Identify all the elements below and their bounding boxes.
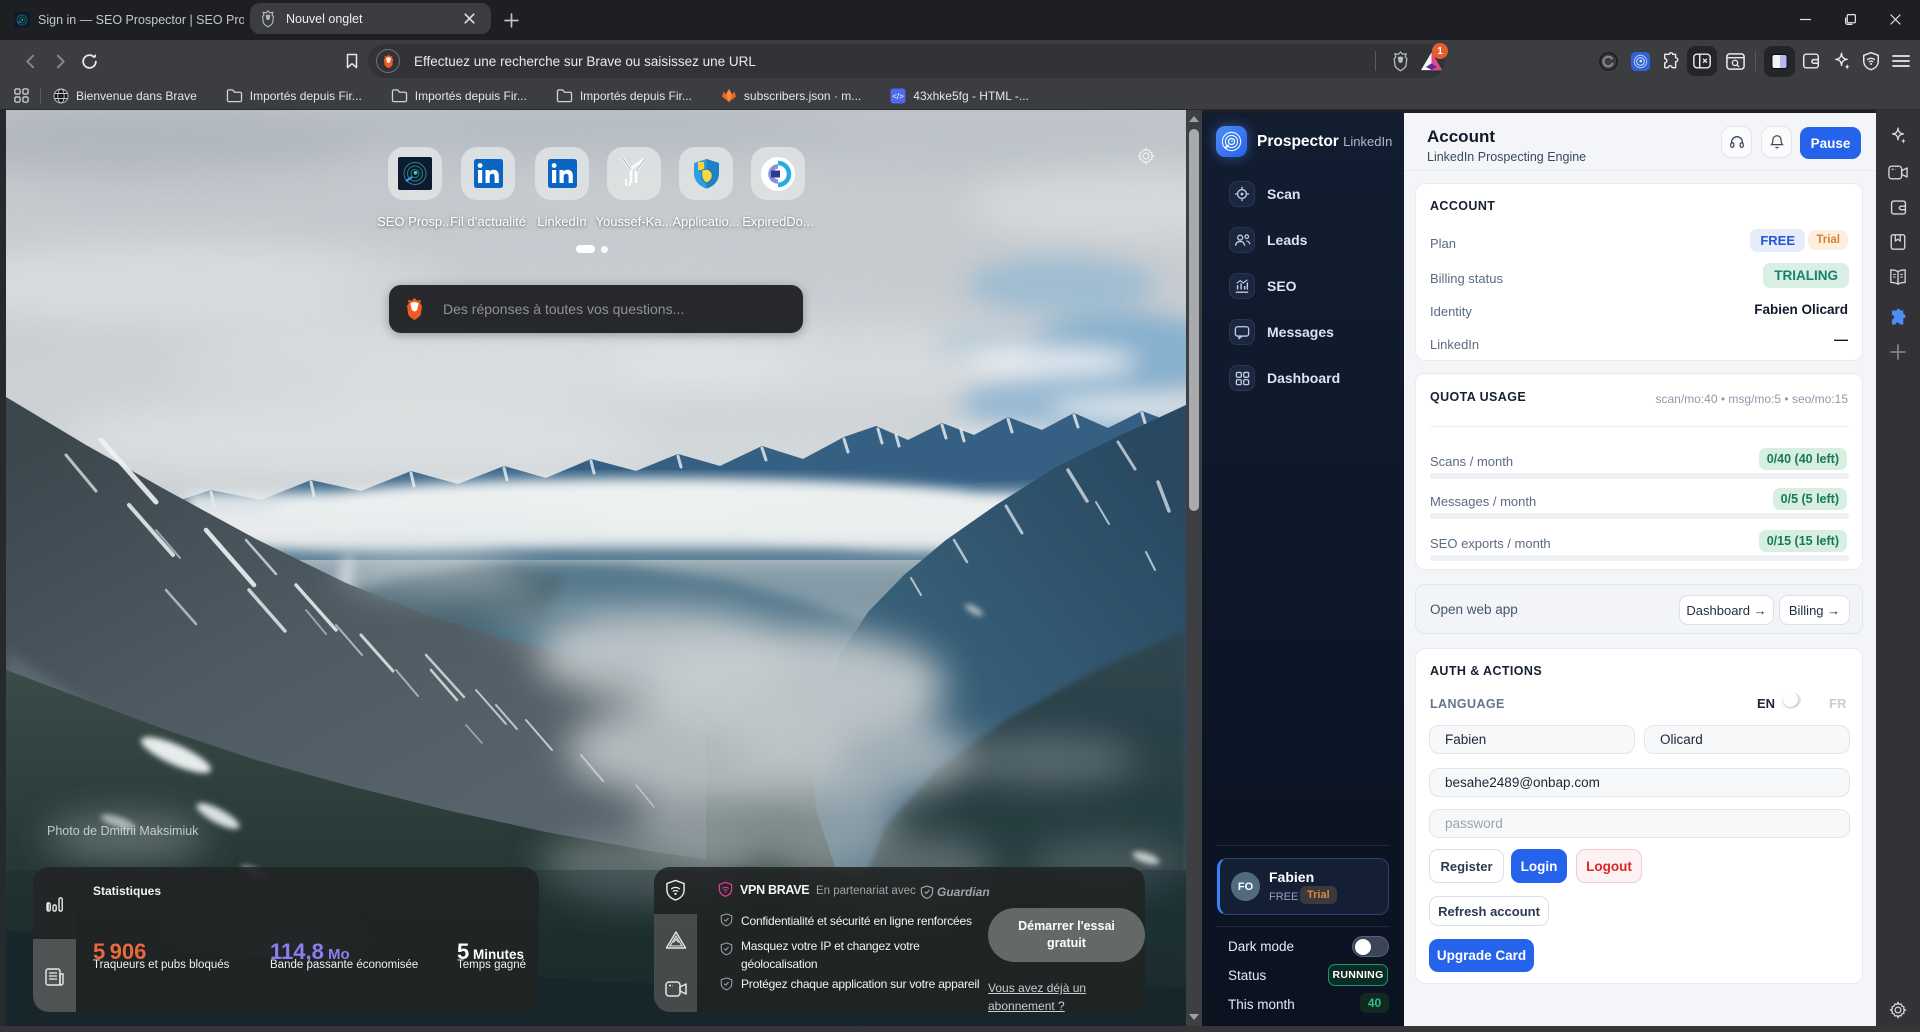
svg-text:</>: </>	[892, 92, 904, 101]
